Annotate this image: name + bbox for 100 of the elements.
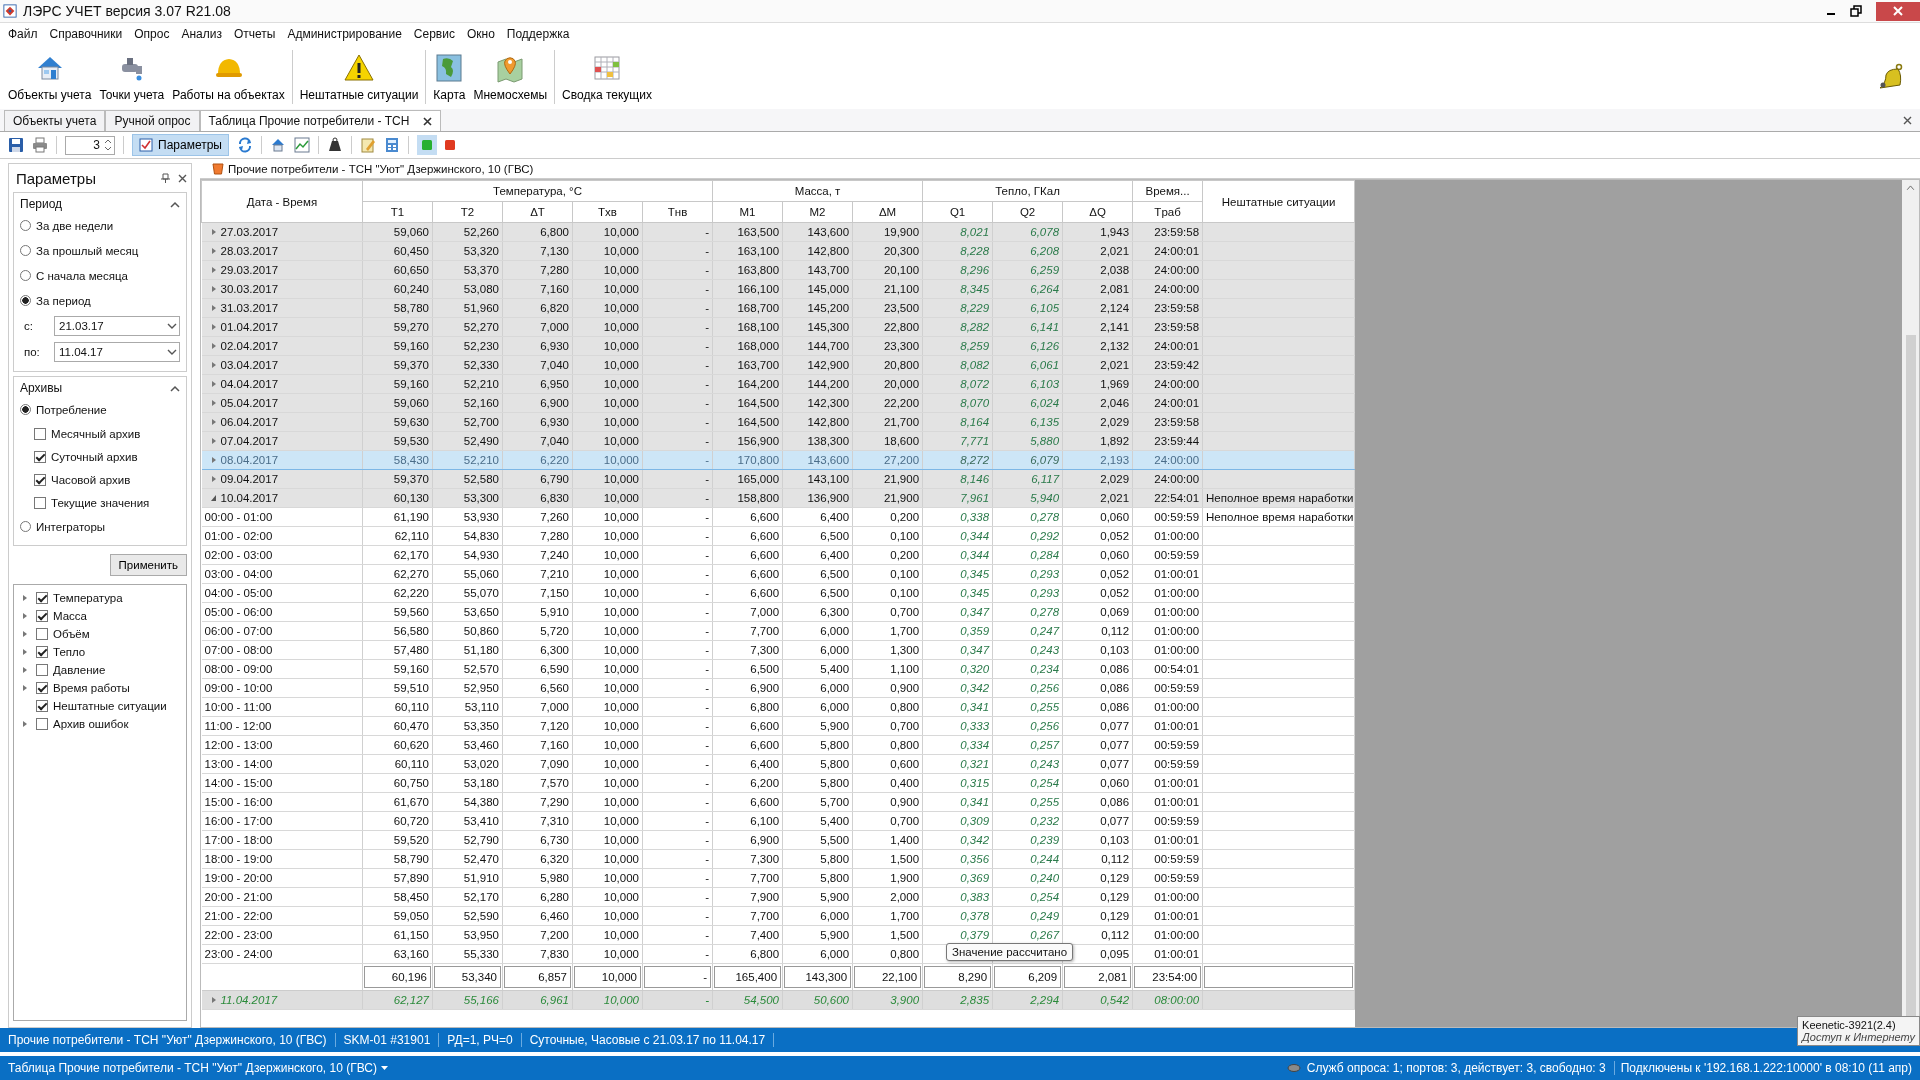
refresh-icon[interactable] [236, 137, 253, 153]
menu-item[interactable]: Поддержка [506, 27, 570, 41]
toolbar-button[interactable]: Нештатные ситуации [295, 50, 423, 104]
toolbar-button[interactable]: Сводка текущих [558, 50, 656, 104]
expand-arrow-icon[interactable] [210, 228, 217, 236]
restore-icon[interactable] [1850, 5, 1862, 17]
table-cell[interactable]: 19:00 - 20:00 [201, 868, 363, 888]
expand-arrow-icon[interactable] [22, 684, 28, 692]
checkbox-option[interactable]: Месячный архив [20, 422, 180, 445]
expand-arrow-icon[interactable] [210, 380, 217, 388]
table-cell[interactable]: 02:00 - 03:00 [201, 545, 363, 565]
date-field[interactable]: 21.03.17 [54, 316, 180, 336]
table-cell[interactable]: 04.04.2017 [201, 374, 363, 394]
expand-arrow-icon[interactable] [210, 475, 217, 483]
toolbar-button[interactable]: Точки учета [95, 50, 169, 104]
table-cell[interactable]: 15:00 - 16:00 [201, 792, 363, 812]
close-icon[interactable] [1903, 116, 1912, 125]
table-cell[interactable]: 10.04.2017 [201, 488, 363, 508]
expand-arrow-icon[interactable] [210, 247, 217, 255]
tree-checkbox-item[interactable]: Архив ошибок [36, 715, 129, 733]
menu-item[interactable]: Анализ [181, 27, 222, 41]
table-cell[interactable]: 18:00 - 19:00 [201, 849, 363, 869]
apply-button[interactable]: Применить [109, 554, 187, 576]
collapse-icon[interactable] [170, 200, 180, 208]
document-tab[interactable]: Объекты учета [4, 110, 106, 131]
collapse-icon[interactable] [170, 384, 180, 392]
close-icon[interactable] [423, 116, 433, 126]
menu-item[interactable]: Файл [8, 27, 38, 41]
table-cell[interactable]: 03:00 - 04:00 [201, 564, 363, 584]
expand-arrow-icon[interactable] [210, 456, 217, 464]
checkbox-option[interactable]: Текущие значения [20, 491, 180, 514]
chart-icon[interactable] [293, 137, 310, 153]
pin-icon[interactable] [161, 173, 170, 183]
notepad-icon[interactable] [359, 137, 376, 153]
tree-checkbox-item[interactable]: Давление [36, 661, 106, 679]
table-cell[interactable]: 04:00 - 05:00 [201, 583, 363, 603]
save-icon[interactable] [8, 137, 24, 153]
checkbox-option[interactable]: Часовой архив [20, 468, 180, 491]
expand-arrow-icon[interactable] [22, 648, 28, 656]
checkbox-option[interactable]: Суточный архив [20, 445, 180, 468]
tree-checkbox-item[interactable]: Масса [36, 607, 87, 625]
expand-arrow-icon[interactable] [210, 361, 217, 369]
menu-item[interactable]: Отчеты [233, 27, 276, 41]
number-spinner[interactable]: 3 [65, 135, 115, 155]
table-cell[interactable]: 08.04.2017 [201, 450, 363, 470]
tree-checkbox-item[interactable]: Температура [36, 589, 123, 607]
table-cell[interactable]: 21:00 - 22:00 [201, 906, 363, 926]
toolbar-button[interactable]: Карта [429, 50, 470, 104]
table-cell[interactable]: 09:00 - 10:00 [201, 678, 363, 698]
table-cell[interactable]: 31.03.2017 [201, 298, 363, 318]
table-cell[interactable]: 17:00 - 18:00 [201, 830, 363, 850]
expand-arrow-icon[interactable] [210, 304, 217, 312]
toolbar-button[interactable]: Работы на объектах [168, 50, 289, 104]
table-cell[interactable]: 13:00 - 14:00 [201, 754, 363, 774]
expand-arrow-icon[interactable] [210, 437, 217, 445]
table-cell[interactable]: 29.03.2017 [201, 260, 363, 280]
table-cell[interactable]: 06.04.2017 [201, 412, 363, 432]
toolbar-button[interactable]: Объекты учета [4, 50, 96, 104]
expand-arrow-icon[interactable] [210, 285, 217, 293]
expand-arrow-icon[interactable] [22, 720, 28, 728]
column-header[interactable]: Дата - Время [201, 180, 363, 223]
close-button[interactable] [1876, 1, 1920, 21]
table-cell[interactable]: 01.04.2017 [201, 317, 363, 337]
menu-item[interactable]: Администрирование [287, 27, 402, 41]
radio-option[interactable]: Потребление [20, 397, 180, 422]
expand-arrow-icon[interactable] [210, 266, 217, 274]
expand-arrow-icon[interactable] [210, 342, 217, 350]
print-icon[interactable] [32, 137, 48, 153]
table-cell[interactable]: 01:00 - 02:00 [201, 526, 363, 546]
expand-arrow-icon[interactable] [22, 630, 28, 638]
table-cell[interactable]: 03.04.2017 [201, 355, 363, 375]
document-tab[interactable]: Таблица Прочие потребители - ТСН [199, 110, 442, 131]
table-cell[interactable]: 22:00 - 23:00 [201, 925, 363, 945]
date-field[interactable]: 11.04.17 [54, 342, 180, 362]
weight-icon[interactable] [326, 137, 343, 153]
toolbar-button[interactable]: Мнемосхемы [469, 50, 552, 104]
table-cell[interactable]: 16:00 - 17:00 [201, 811, 363, 831]
document-tab[interactable]: Ручной опрос [105, 110, 200, 131]
table-cell[interactable]: 20:00 - 21:00 [201, 887, 363, 907]
expand-arrow-icon[interactable] [210, 996, 217, 1004]
table-cell[interactable]: 06:00 - 07:00 [201, 621, 363, 641]
radio-option[interactable]: За прошлый месяц [20, 238, 180, 263]
collapse-arrow-icon[interactable] [210, 494, 217, 502]
radio-option[interactable]: За две недели [20, 213, 180, 238]
expand-arrow-icon[interactable] [210, 399, 217, 407]
tree-checkbox-item[interactable]: Время работы [36, 679, 130, 697]
table-cell[interactable]: 23:00 - 24:00 [201, 944, 363, 964]
radio-option[interactable]: Интеграторы [20, 514, 180, 539]
radio-option[interactable]: С начала месяца [20, 263, 180, 288]
tree-checkbox-item[interactable]: Тепло [36, 643, 86, 661]
table-cell[interactable]: 14:00 - 15:00 [201, 773, 363, 793]
column-header[interactable]: Нештатные ситуации [1202, 180, 1355, 223]
table-cell[interactable]: 05:00 - 06:00 [201, 602, 363, 622]
menu-item[interactable]: Опрос [134, 27, 170, 41]
menu-item[interactable]: Сервис [413, 27, 455, 41]
start-button[interactable] [416, 135, 437, 155]
radio-option[interactable]: За период [20, 288, 180, 313]
table-cell[interactable]: 11:00 - 12:00 [201, 716, 363, 736]
expand-arrow-icon[interactable] [210, 323, 217, 331]
table-cell[interactable]: 07:00 - 08:00 [201, 640, 363, 660]
